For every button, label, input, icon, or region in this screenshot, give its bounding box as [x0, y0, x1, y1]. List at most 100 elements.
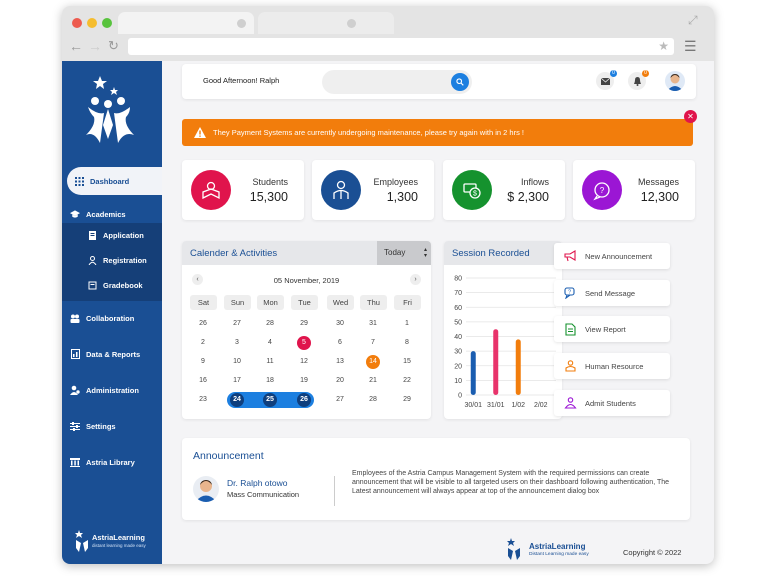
browser-window: ⤢ ← → ↻ ★ ☰ Dashboard Academics Applicat…	[62, 6, 714, 564]
quick-action-view-report[interactable]: View Report	[554, 316, 670, 342]
reload-icon[interactable]: ↻	[108, 39, 119, 53]
sidebar-item-settings[interactable]: Settings	[70, 415, 162, 437]
calendar-day[interactable]: 16	[191, 373, 215, 389]
quick-action-human-resource[interactable]: Human Resource	[554, 353, 670, 379]
stat-value: 1,300	[386, 190, 418, 204]
weekday-header: Wed	[327, 295, 354, 310]
maximize-dot[interactable]	[102, 18, 112, 28]
calendar-day[interactable]: 4	[258, 335, 282, 351]
user-icon	[88, 255, 97, 265]
astria-logo-icon	[86, 76, 134, 143]
calendar-day[interactable]: 9	[191, 354, 215, 370]
calendar-day[interactable]: 7	[361, 335, 385, 351]
quick-action-label: Admit Students	[585, 398, 636, 408]
calendar-day[interactable]: 23	[191, 392, 215, 408]
stat-label: Employees	[373, 177, 418, 187]
mail-button[interactable]: 0	[596, 70, 617, 90]
file-icon	[563, 322, 577, 336]
calendar-day[interactable]: 27	[328, 392, 352, 408]
calendar-day[interactable]: 13	[328, 354, 352, 370]
stat-card-messages[interactable]: ? Messages 12,300	[573, 160, 695, 220]
calendar-day[interactable]: 24	[230, 393, 244, 407]
sidebar-item-dashboard[interactable]: Dashboard	[74, 170, 166, 192]
calendar-day[interactable]: 6	[328, 335, 352, 351]
calendar-day[interactable]: 1	[395, 316, 419, 332]
top-header: Good Afternoon! Ralph 0 0	[182, 64, 696, 99]
calendar-day[interactable]: 2	[191, 335, 215, 351]
calendar-day[interactable]: 10	[225, 354, 249, 370]
quick-action-send-message[interactable]: ? Send Message	[554, 280, 670, 306]
alert-close-button[interactable]: ✕	[684, 110, 697, 123]
mail-badge: 0	[610, 70, 617, 77]
stat-label: Inflows	[520, 177, 549, 187]
calendar-day[interactable]: 31	[361, 316, 385, 332]
y-tick-label: 60	[454, 305, 462, 312]
calendar-day[interactable]: 17	[225, 373, 249, 389]
sidebar-item-astria-library[interactable]: Astria Library	[70, 451, 162, 473]
y-tick-label: 40	[454, 334, 462, 341]
menu-icon[interactable]: ☰	[684, 38, 697, 55]
calendar-day[interactable]: 22	[395, 373, 419, 389]
calendar-day[interactable]: 14	[366, 355, 380, 369]
calendar-day[interactable]: 15	[395, 354, 419, 370]
stat-card-students[interactable]: Students 15,300	[182, 160, 304, 220]
calendar-day[interactable]: 20	[328, 373, 352, 389]
sidebar-item-application[interactable]: Application	[62, 223, 162, 247]
sidebar-item-registration[interactable]: Registration	[62, 248, 162, 272]
calendar-day[interactable]: 26	[191, 316, 215, 332]
sidebar-item-label: Academics	[86, 209, 126, 219]
minimize-dot[interactable]	[87, 18, 97, 28]
sidebar-item-gradebook[interactable]: Gradebook	[62, 273, 162, 297]
address-bar[interactable]: ★	[128, 38, 674, 55]
next-month-button[interactable]: ›	[410, 274, 421, 285]
quick-action-new-announcement[interactable]: New Announcement	[554, 243, 670, 269]
back-icon[interactable]: ←	[69, 39, 83, 53]
calendar-day[interactable]: 26	[297, 393, 311, 407]
y-tick-label: 80	[454, 276, 462, 283]
tab-close-icon[interactable]	[347, 19, 356, 28]
close-dot[interactable]	[72, 18, 82, 28]
sidebar-item-administration[interactable]: Administration	[70, 379, 162, 401]
calendar-day[interactable]: 3	[225, 335, 249, 351]
stat-card-employees[interactable]: Employees 1,300	[312, 160, 434, 220]
chart-title: Session Recorded	[452, 248, 530, 259]
calendar-day[interactable]: 28	[361, 392, 385, 408]
calendar-day[interactable]: 19	[292, 373, 316, 389]
calendar-day[interactable]: 12	[292, 354, 316, 370]
sidebar-item-label: Application	[103, 230, 144, 240]
calendar-day[interactable]: 29	[395, 392, 419, 408]
calendar-day[interactable]: 5	[297, 336, 311, 350]
footer-tagline: Distant Learning made easy	[529, 552, 589, 557]
weekday-header: Mon	[257, 295, 284, 310]
calendar-day[interactable]: 30	[328, 316, 352, 332]
sidebar-logo-tagline: distant learning made easy	[92, 543, 146, 548]
sidebar-item-academics[interactable]: Academics	[70, 203, 162, 225]
x-tick-label: 31/01	[487, 402, 505, 409]
quick-action-admit-students[interactable]: Admit Students	[554, 390, 670, 416]
weekday-header: Sun	[224, 295, 251, 310]
fullscreen-icon[interactable]: ⤢	[688, 13, 698, 28]
sidebar-item-collaboration[interactable]: Collaboration	[70, 307, 162, 329]
bookmark-star-icon[interactable]: ★	[658, 38, 669, 55]
forward-icon[interactable]: →	[88, 39, 102, 53]
search-button[interactable]	[451, 73, 469, 91]
tab-close-icon[interactable]	[237, 19, 246, 28]
calendar-day[interactable]: 27	[225, 316, 249, 332]
calendar-day[interactable]: 28	[258, 316, 282, 332]
calendar-day[interactable]: 18	[258, 373, 282, 389]
calendar-day[interactable]: 29	[292, 316, 316, 332]
sidebar-item-data-reports[interactable]: Data & Reports	[70, 343, 162, 365]
calendar-day[interactable]: 11	[258, 354, 282, 370]
close-icon: ✕	[687, 112, 694, 121]
search-input[interactable]	[322, 70, 472, 94]
stat-card-inflows[interactable]: $ Inflows $ 2,300	[443, 160, 565, 220]
browser-tab[interactable]	[118, 12, 254, 34]
browser-tab-2[interactable]	[258, 12, 394, 34]
avatar[interactable]	[665, 71, 685, 91]
today-dropdown[interactable]: Today ▴ ▾	[377, 241, 431, 265]
notification-button[interactable]: 0	[628, 70, 649, 90]
calendar-day[interactable]: 21	[361, 373, 385, 389]
calendar-day[interactable]: 25	[263, 393, 277, 407]
search-icon	[456, 78, 464, 86]
calendar-day[interactable]: 8	[395, 335, 419, 351]
